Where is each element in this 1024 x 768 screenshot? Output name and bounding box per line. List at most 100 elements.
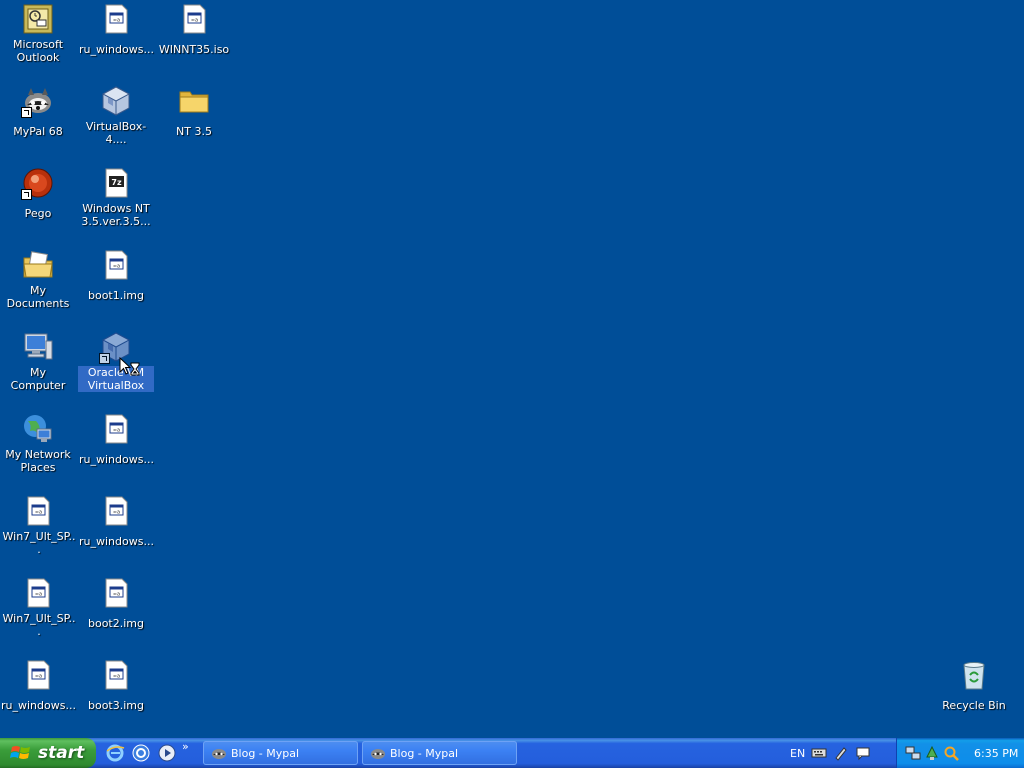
- mypal-icon: [21, 85, 54, 118]
- shortcut-arrow-icon: [21, 189, 32, 200]
- desktop-icon-pego[interactable]: Pego: [0, 167, 76, 221]
- file-icon: ≈a: [100, 3, 132, 35]
- taskbar-button-label: Blog - Mypal: [390, 746, 459, 760]
- keyboard-icon[interactable]: [811, 745, 827, 761]
- desktop-icon-label: VirtualBox-4....: [85, 120, 147, 146]
- desktop-icon-label: Oracle VM VirtualBox: [78, 366, 154, 392]
- mypal-icon: [212, 749, 226, 759]
- quick-launch-bar: [104, 742, 178, 764]
- mypal-icon: [371, 749, 385, 759]
- svg-text:≈a: ≈a: [113, 18, 120, 24]
- recycle-bin-icon: [958, 659, 990, 691]
- 7z-archive-icon: 7z: [100, 167, 132, 199]
- desktop-icon-label: Microsoft Outlook: [12, 38, 64, 64]
- search-icon[interactable]: [943, 745, 959, 761]
- svg-text:7z: 7z: [111, 178, 122, 187]
- desktop-icon-label: My Computer: [10, 366, 66, 392]
- desktop-icon-label: boot3.img: [87, 699, 144, 712]
- taskbar-button-blog-mypal-2[interactable]: Blog - Mypal: [362, 741, 517, 765]
- shortcut-arrow-icon: [99, 353, 110, 364]
- desktop-icon-label: Recycle Bin: [942, 699, 1006, 712]
- taskbar-button-blog-mypal-1[interactable]: Blog - Mypal: [203, 741, 358, 765]
- media-player-icon: [158, 744, 176, 762]
- file-icon: ≈a: [100, 577, 132, 609]
- desktop-icon-winnt35-iso[interactable]: ≈a WINNT35.iso: [156, 3, 232, 57]
- desktop-icon-label: ru_windows...: [79, 535, 154, 548]
- safely-remove-hardware-icon[interactable]: [924, 745, 940, 761]
- taskbar: start » Blog - Mypal Blog - Mypal EN 6:3…: [0, 738, 1024, 768]
- desktop-icon-win7-ult-sp-1[interactable]: ≈a Win7_Ult_SP...: [0, 495, 76, 557]
- speech-icon[interactable]: [855, 745, 871, 761]
- desktop-icon-my-documents[interactable]: My Documents: [0, 249, 76, 311]
- file-icon: ≈a: [100, 495, 132, 527]
- internet-explorer-icon: [106, 744, 125, 762]
- desktop-icon-ru-windows-2[interactable]: ≈a ru_windows...: [78, 413, 154, 467]
- desktop-icon-label: Windows NT 3.5.ver.3.5...: [81, 202, 151, 228]
- svg-text:≈a: ≈a: [35, 510, 42, 516]
- desktop-icon-microsoft-outlook[interactable]: Microsoft Outlook: [0, 3, 76, 65]
- network-connection-icon[interactable]: [905, 745, 921, 761]
- desktop-icon-my-network-places[interactable]: My Network Places: [0, 413, 76, 475]
- desktop-icon-my-computer[interactable]: My Computer: [0, 331, 76, 393]
- desktop-icon-ru-windows-3[interactable]: ≈a ru_windows...: [78, 495, 154, 549]
- my-documents-icon: [22, 249, 54, 281]
- desktop-icon-virtualbox-installer[interactable]: VirtualBox-4....: [78, 85, 154, 147]
- desktop-icon-ru-windows-1[interactable]: ≈a ru_windows...: [78, 3, 154, 57]
- desktop-icon-ru-windows-5[interactable]: ≈a ru_windows...: [0, 659, 76, 713]
- file-icon: ≈a: [178, 3, 210, 35]
- start-button[interactable]: start: [0, 738, 96, 768]
- quick-launch-more-button[interactable]: »: [182, 740, 189, 753]
- desktop-icon-nt-3-5-folder[interactable]: NT 3.5: [156, 85, 232, 139]
- desktop-icon-label: ru_windows...: [79, 453, 154, 466]
- quick-launch-internet-explorer[interactable]: [104, 742, 126, 764]
- virtualbox-icon: [100, 85, 132, 117]
- my-computer-icon: [22, 331, 54, 363]
- desktop-icon-recycle-bin[interactable]: Recycle Bin: [936, 659, 1012, 713]
- pen-icon[interactable]: [833, 745, 849, 761]
- desktop-icon-label: ru_windows...: [1, 699, 76, 712]
- desktop-icon-label: My Network Places: [5, 448, 71, 474]
- desktop-icon-boot1-img[interactable]: ≈a boot1.img: [78, 249, 154, 303]
- desktop-icon-label: boot1.img: [87, 289, 144, 302]
- file-icon: ≈a: [100, 249, 132, 281]
- quick-launch-outlook-express[interactable]: [130, 742, 152, 764]
- quick-launch-media-player[interactable]: [156, 742, 178, 764]
- svg-text:≈a: ≈a: [113, 592, 120, 598]
- svg-text:≈a: ≈a: [113, 674, 120, 680]
- desktop[interactable]: Microsoft Outlook MyPal 68 Pego My Docum…: [0, 0, 1024, 738]
- shortcut-arrow-icon: [21, 107, 32, 118]
- folder-icon: [178, 85, 210, 117]
- file-icon: ≈a: [100, 659, 132, 691]
- file-icon: ≈a: [100, 413, 132, 445]
- outlook-express-icon: [132, 744, 150, 762]
- outlook-icon: [22, 3, 54, 35]
- clock[interactable]: 6:35 PM: [974, 747, 1018, 760]
- desktop-icon-label: My Documents: [6, 284, 70, 310]
- desktop-icon-oracle-vm-virtualbox[interactable]: Oracle VM VirtualBox: [78, 331, 154, 393]
- svg-text:≈a: ≈a: [113, 428, 120, 434]
- windows-logo-icon: [10, 746, 30, 759]
- svg-text:≈a: ≈a: [35, 592, 42, 598]
- desktop-icon-boot2-img[interactable]: ≈a boot2.img: [78, 577, 154, 631]
- desktop-icon-boot3-img[interactable]: ≈a boot3.img: [78, 659, 154, 713]
- start-label: start: [38, 743, 85, 763]
- desktop-icon-label: Pego: [24, 207, 52, 220]
- desktop-icon-label: MyPal 68: [13, 125, 63, 138]
- network-places-icon: [22, 413, 54, 445]
- desktop-icon-label: boot2.img: [87, 617, 144, 630]
- svg-text:≈a: ≈a: [191, 18, 198, 24]
- busy-cursor-icon: [119, 357, 140, 376]
- desktop-icon-mypal-68[interactable]: MyPal 68: [0, 85, 76, 139]
- language-bar: EN: [790, 738, 890, 768]
- svg-text:≈a: ≈a: [35, 674, 42, 680]
- desktop-icon-win7-ult-sp-2[interactable]: ≈a Win7_Ult_SP...: [0, 577, 76, 639]
- file-icon: ≈a: [22, 659, 54, 691]
- desktop-icon-windows-nt-archive[interactable]: 7z Windows NT 3.5.ver.3.5...: [78, 167, 154, 229]
- svg-text:≈a: ≈a: [113, 510, 120, 516]
- pego-icon: [21, 167, 54, 200]
- language-indicator[interactable]: EN: [790, 747, 805, 760]
- file-icon: ≈a: [22, 577, 54, 609]
- system-tray: 6:35 PM: [896, 738, 1024, 768]
- desktop-icon-label: Win7_Ult_SP...: [2, 530, 76, 556]
- desktop-icon-label: ru_windows...: [79, 43, 154, 56]
